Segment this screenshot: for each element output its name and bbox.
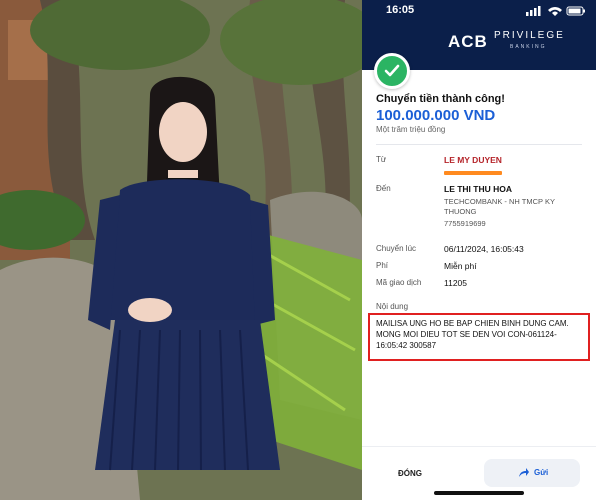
from-name: LE MY DUYEN [444,155,502,165]
photo-illustration [0,0,362,500]
signal-wifi-battery-icon [526,6,585,16]
to-name: LE THI THU HOA [444,184,512,194]
to-label: Đến [376,184,391,193]
bank-logo: ACB [448,32,488,51]
photo-woman-garden [0,0,362,500]
close-button[interactable]: ĐÓNG [398,469,422,478]
status-time: 16:05 [386,4,415,16]
txn-label: Mã giao dịch [376,278,422,287]
send-button-label: Gửi [534,468,549,477]
content-label: Nội dung [376,302,409,311]
amount-in-words: Một trăm triệu đồng [376,125,446,134]
to-account: 7755919699 [444,219,486,228]
transfer-content: MAILISA UNG HO BE BAP CHIEN BINH DUNG CA… [376,319,569,350]
face [159,102,207,162]
fee-label: Phí [376,261,389,270]
txn-value: 11205 [444,278,468,288]
pleated-skirt [95,320,280,470]
to-bank: TECHCOMBANK - NH TMCP KY THUONG [444,197,555,216]
bank-subline: BANKING [510,44,547,50]
success-check-icon [374,53,410,89]
success-title: Chuyển tiền thành công! [376,93,505,105]
redacted-account-bar [444,171,502,175]
cardigan [110,179,262,320]
send-button[interactable]: Gửi [484,459,580,487]
hands [128,298,172,322]
transfer-amount: 100.000.000 VND [376,107,496,124]
phone-screen: 16:05 ACB PRIVILEGE BANKING Chuyển tiền … [362,0,596,500]
fee-value: Miễn phí [444,261,477,271]
time-label: Chuyển lúc [376,244,417,253]
divider [376,144,582,145]
content-highlight-box: MAILISA UNG HO BE BAP CHIEN BINH DUNG CA… [368,313,590,361]
bank-tier: PRIVILEGE [494,30,565,41]
time-value: 06/11/2024, 16:05:43 [444,244,524,254]
home-indicator [434,491,524,495]
from-label: Từ [376,155,387,164]
share-icon [519,468,529,477]
status-bar: 16:05 [362,0,596,22]
